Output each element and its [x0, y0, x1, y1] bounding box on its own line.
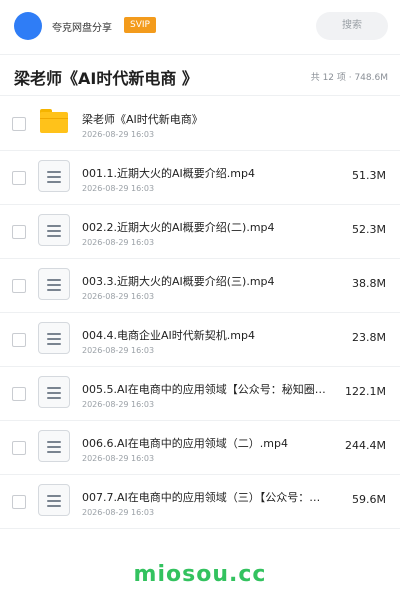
watermark: miosou.cc [133, 562, 267, 587]
footer: miosou.cc [0, 548, 400, 600]
folder-row[interactable]: 梁老师《AI时代新电商》 2026-08-29 16:03 [0, 97, 400, 151]
avatar[interactable] [14, 12, 42, 40]
item-name: 005.5.AI在电商中的应用领域【公众号：秘知圈… [82, 383, 326, 396]
item-date: 2026-08-29 16:03 [82, 292, 155, 301]
document-icon [38, 484, 70, 516]
item-name: 003.3.近期大火的AI概要介绍(三).mp4 [82, 275, 275, 288]
item-size: 244.4M [345, 439, 386, 452]
item-date: 2026-08-29 16:03 [82, 454, 155, 463]
item-date: 2026-08-29 16:03 [82, 130, 155, 139]
item-size: 122.1M [345, 385, 386, 398]
item-date: 2026-08-29 16:03 [82, 346, 155, 355]
document-icon [38, 214, 70, 246]
user-name: 夸克网盘分享 [52, 23, 112, 34]
select-checkbox[interactable] [12, 279, 26, 293]
document-icon [38, 376, 70, 408]
file-row[interactable]: 001.1.近期大火的AI概要介绍.mp4 2026-08-29 16:03 5… [0, 151, 400, 205]
file-row[interactable]: 006.6.AI在电商中的应用领域（二）.mp4 2026-08-29 16:0… [0, 421, 400, 475]
folder-icon [40, 109, 68, 133]
item-name: 001.1.近期大火的AI概要介绍.mp4 [82, 167, 255, 180]
item-date: 2026-08-29 16:03 [82, 238, 155, 247]
item-size: 51.3M [352, 169, 386, 182]
file-row[interactable]: 004.4.电商企业AI时代新契机.mp4 2026-08-29 16:03 2… [0, 313, 400, 367]
file-row[interactable]: 003.3.近期大火的AI概要介绍(三).mp4 2026-08-29 16:0… [0, 259, 400, 313]
item-date: 2026-08-29 16:03 [82, 184, 155, 193]
select-checkbox[interactable] [12, 225, 26, 239]
document-icon [38, 160, 70, 192]
select-checkbox[interactable] [12, 441, 26, 455]
select-checkbox[interactable] [12, 333, 26, 347]
page-title: 梁老师《AI时代新电商 》 [14, 69, 198, 88]
item-name: 002.2.近期大火的AI概要介绍(二).mp4 [82, 221, 275, 234]
file-row[interactable]: 007.7.AI在电商中的应用领域（三）【公众号：… 2026-08-29 16… [0, 475, 400, 529]
item-name: 007.7.AI在电商中的应用领域（三）【公众号：… [82, 491, 321, 504]
select-checkbox[interactable] [12, 495, 26, 509]
search-button[interactable]: 搜索 [316, 12, 388, 40]
item-name: 004.4.电商企业AI时代新契机.mp4 [82, 329, 255, 342]
document-icon [38, 322, 70, 354]
item-date: 2026-08-29 16:03 [82, 508, 155, 517]
item-date: 2026-08-29 16:03 [82, 400, 155, 409]
item-size: 38.8M [352, 277, 386, 290]
select-checkbox[interactable] [12, 387, 26, 401]
item-name: 梁老师《AI时代新电商》 [82, 113, 203, 126]
svip-badge: SVIP [124, 17, 156, 33]
select-checkbox[interactable] [12, 117, 26, 131]
item-size: 59.6M [352, 493, 386, 506]
document-icon [38, 268, 70, 300]
file-row[interactable]: 002.2.近期大火的AI概要介绍(二).mp4 2026-08-29 16:0… [0, 205, 400, 259]
file-row[interactable]: 005.5.AI在电商中的应用领域【公众号：秘知圈… 2026-08-29 16… [0, 367, 400, 421]
header-bar: 夸克网盘分享 SVIP 搜索 [0, 0, 400, 54]
file-list: 梁老师《AI时代新电商》 2026-08-29 16:03 001.1.近期大火… [0, 97, 400, 529]
folder-title-bar: 梁老师《AI时代新电商 》 共 12 项 · 748.6M [0, 54, 400, 96]
item-size: 52.3M [352, 223, 386, 236]
item-name: 006.6.AI在电商中的应用领域（二）.mp4 [82, 437, 288, 450]
item-size: 23.8M [352, 331, 386, 344]
select-checkbox[interactable] [12, 171, 26, 185]
document-icon [38, 430, 70, 462]
folder-summary: 共 12 项 · 748.6M [310, 73, 388, 83]
